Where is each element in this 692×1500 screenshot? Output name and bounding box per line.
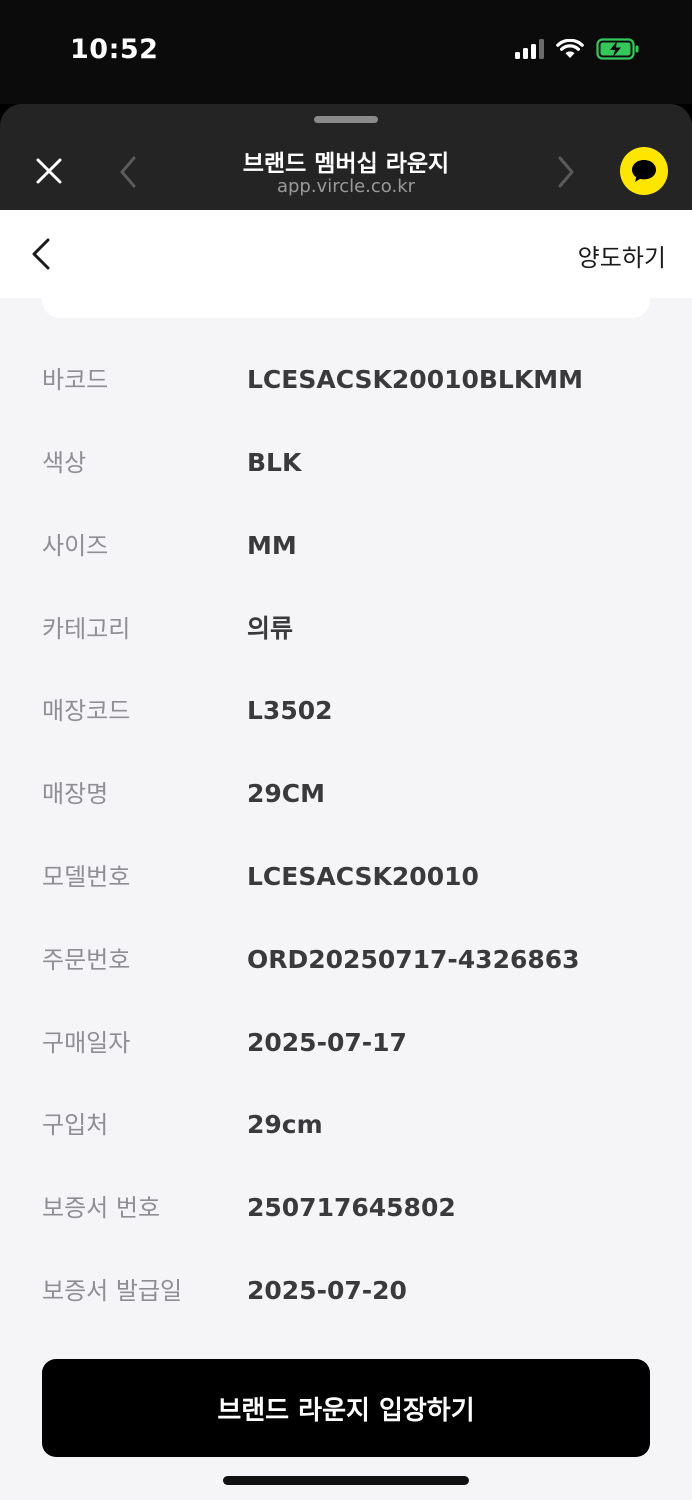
- detail-value: 29CM: [247, 779, 326, 808]
- chevron-right-icon: [558, 156, 574, 188]
- detail-row-purchase-date: 구매일자 2025-07-17: [0, 1023, 692, 1063]
- detail-row-barcode: 바코드 LCESACSK20010BLKMM: [0, 360, 692, 400]
- status-time: 10:52: [70, 34, 159, 65]
- detail-label: 주문번호: [42, 946, 131, 974]
- battery-charging-icon: [596, 38, 639, 60]
- detail-row-color: 색상 BLK: [0, 443, 692, 483]
- page-nav-bar: 양도하기: [0, 210, 692, 298]
- sheet-grabber[interactable]: [314, 116, 378, 123]
- detail-value: 2025-07-20: [247, 1276, 407, 1305]
- chat-bubble-icon: [632, 160, 656, 182]
- sheet-title: 브랜드 멤버십 라운지: [242, 151, 450, 177]
- status-icons: [515, 38, 640, 60]
- transfer-button[interactable]: 양도하기: [578, 238, 666, 273]
- detail-label: 사이즈: [42, 532, 109, 560]
- info-card: [42, 298, 650, 318]
- detail-label: 색상: [42, 449, 87, 477]
- detail-row-warranty-issue-date: 보증서 발급일 2025-07-20: [0, 1271, 692, 1311]
- detail-label: 카테고리: [42, 615, 131, 643]
- detail-value: 의류: [247, 614, 294, 643]
- detail-label: 보증서 발급일: [42, 1277, 183, 1305]
- back-button[interactable]: [24, 234, 60, 274]
- content-area: 양도하기 바코드 LCESACSK20010BLKMM 색상 BLK 사이즈 M…: [0, 210, 692, 1500]
- detail-value: 250717645802: [247, 1193, 456, 1222]
- detail-value: 2025-07-17: [247, 1028, 407, 1057]
- detail-row-order-number: 주문번호 ORD20250717-4326863: [0, 940, 692, 980]
- detail-row-warranty-number: 보증서 번호 250717645802: [0, 1188, 692, 1228]
- detail-label: 구입처: [42, 1111, 109, 1139]
- detail-row-purchase-place: 구입처 29cm: [0, 1105, 692, 1145]
- detail-value: ORD20250717-4326863: [247, 945, 580, 974]
- detail-label: 바코드: [42, 366, 109, 394]
- cellular-signal-icon: [515, 39, 544, 59]
- detail-value: LCESACSK20010BLKMM: [247, 365, 583, 394]
- detail-value: BLK: [247, 448, 302, 477]
- detail-row-size: 사이즈 MM: [0, 526, 692, 566]
- detail-value: 29cm: [247, 1110, 323, 1139]
- detail-label: 구매일자: [42, 1029, 131, 1057]
- sheet-url: app.vircle.co.kr: [276, 176, 416, 197]
- detail-value: LCESACSK20010: [247, 862, 479, 891]
- talk-button[interactable]: [620, 147, 668, 195]
- wifi-icon: [556, 39, 584, 58]
- home-indicator[interactable]: [223, 1476, 469, 1485]
- detail-label: 모델번호: [42, 863, 131, 891]
- detail-value: MM: [247, 531, 297, 560]
- detail-label: 보증서 번호: [42, 1194, 161, 1222]
- detail-label: 매장코드: [42, 697, 131, 725]
- enter-brand-lounge-button[interactable]: 브랜드 라운지 입장하기: [42, 1359, 650, 1457]
- nav-forward-button[interactable]: [548, 154, 582, 190]
- status-bar: 10:52: [0, 0, 692, 104]
- back-arrow-icon: [32, 238, 50, 270]
- detail-label: 매장명: [42, 780, 109, 808]
- detail-row-model-number: 모델번호 LCESACSK20010: [0, 857, 692, 897]
- detail-row-store-name: 매장명 29CM: [0, 774, 692, 814]
- detail-value: L3502: [247, 696, 333, 725]
- detail-row-store-code: 매장코드 L3502: [0, 691, 692, 731]
- detail-row-category: 카테고리 의류: [0, 609, 692, 649]
- sheet-header: 브랜드 멤버십 라운지 app.vircle.co.kr: [0, 104, 692, 210]
